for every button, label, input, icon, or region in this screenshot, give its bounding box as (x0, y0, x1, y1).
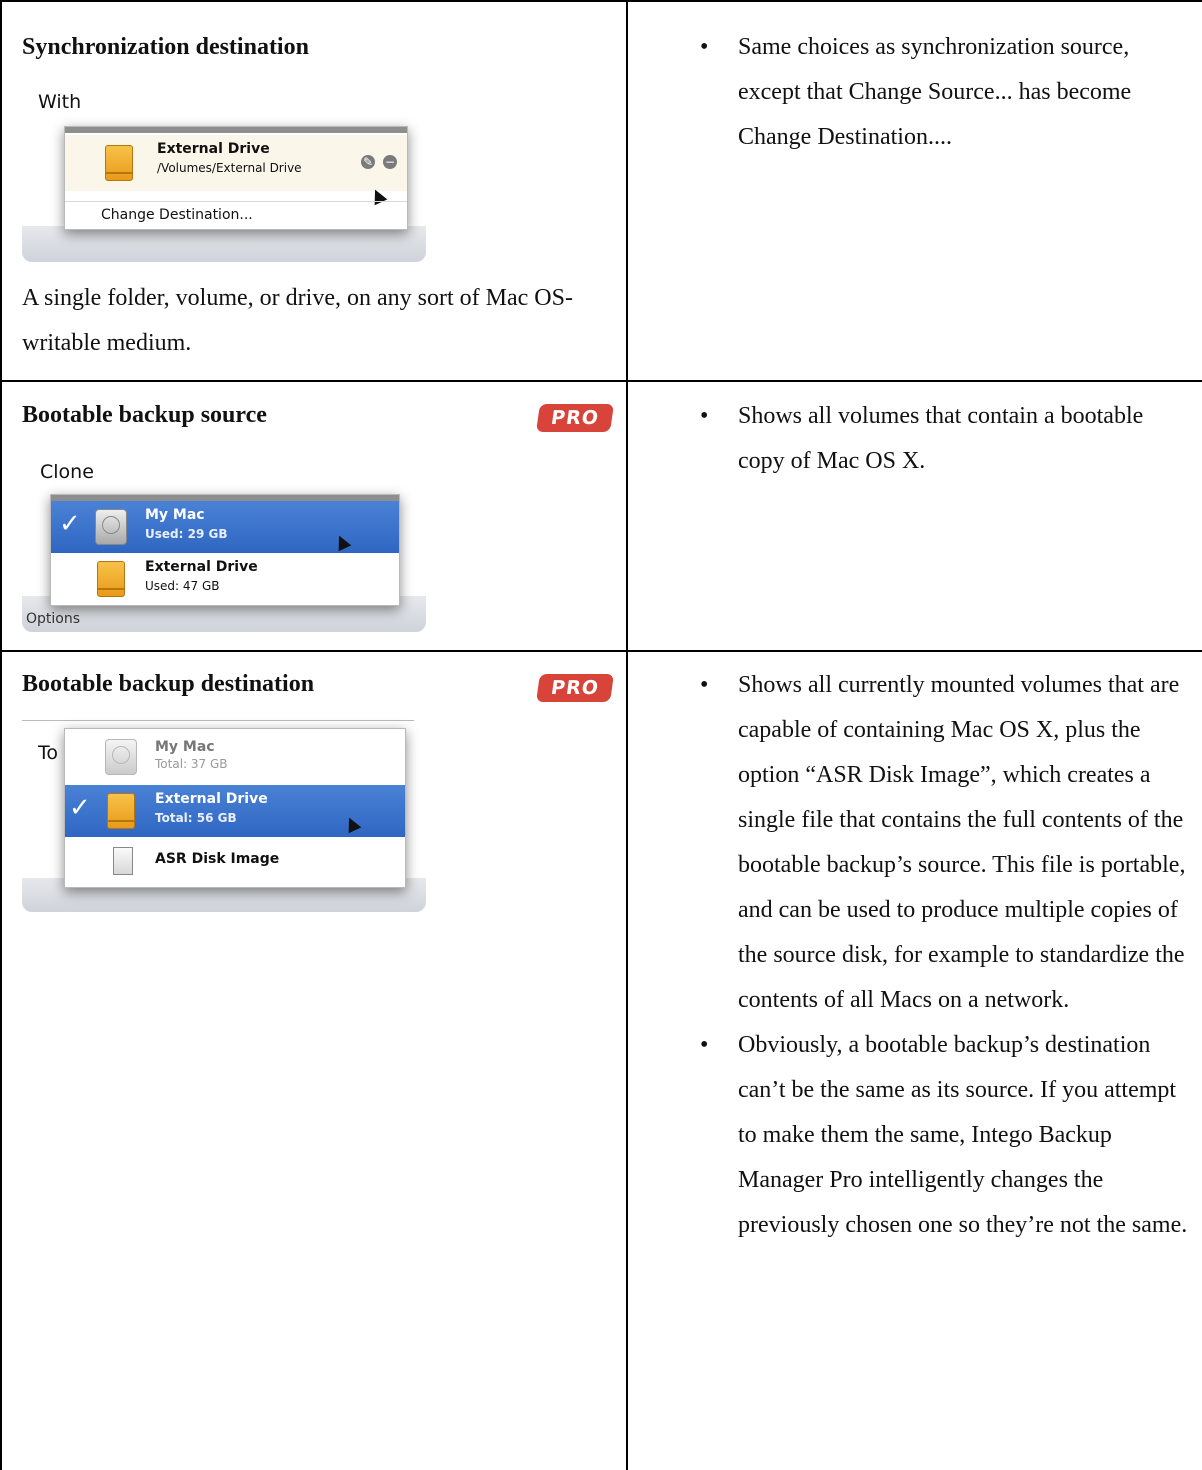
item-capacity: Total: 56 GB (155, 811, 237, 825)
bullet-list: • Same choices as synchronization source,… (700, 25, 1178, 160)
clone-source-popup-screenshot: Clone Options ✓ My Mac Used: 29 GB Exter… (22, 456, 432, 636)
item-usage: Used: 29 GB (145, 527, 228, 541)
table-column-divider (626, 0, 628, 1470)
change-destination-menu-item[interactable]: Change Destination... (101, 207, 253, 223)
table-border-left (0, 0, 2, 1470)
item-name: My Mac (145, 507, 205, 523)
row-description: A single folder, volume, or drive, on an… (22, 285, 573, 356)
item-name: My Mac (155, 739, 215, 755)
item-path: /Volumes/External Drive (157, 161, 302, 175)
remove-icon[interactable]: − (383, 155, 397, 169)
with-label: With (38, 91, 82, 113)
to-label: To (38, 742, 59, 764)
clone-label: Clone (40, 461, 94, 483)
bullet-item: • Obviously, a bootable backup’s destinat… (700, 1023, 1193, 1248)
cursor-arrow-icon (332, 532, 352, 552)
bullet-list: • Shows all volumes that contain a bootab… (700, 394, 1178, 484)
item-usage: Used: 47 GB (145, 579, 220, 593)
external-drive-icon (105, 145, 133, 181)
pro-badge: PRO (536, 404, 614, 432)
bullet-text: Same choices as synchronization source, … (738, 34, 1132, 150)
bullet-item: • Same choices as synchronization source,… (700, 25, 1178, 160)
destination-popup-menu: My Mac Total: 37 GB ✓ External Drive Tot… (64, 728, 406, 888)
bullet-glyph: • (700, 1032, 709, 1058)
menu-separator (65, 201, 407, 202)
hard-disk-icon (95, 509, 127, 545)
bullet-glyph: • (700, 403, 709, 429)
row-title: Synchronization destination (22, 34, 309, 60)
table-row-divider (0, 380, 1202, 382)
bullet-text: Shows all volumes that contain a bootabl… (738, 403, 1144, 474)
pro-badge: PRO (536, 674, 614, 702)
list-item[interactable]: ASR Disk Image (65, 839, 405, 885)
row-title: Bootable backup source (22, 402, 267, 428)
table-border-top (0, 0, 1202, 2)
bullet-glyph: • (700, 34, 709, 60)
table-row-divider (0, 650, 1202, 652)
bullet-text: Shows all currently mounted volumes that… (738, 672, 1186, 1013)
list-item: My Mac Total: 37 GB (65, 733, 405, 781)
row-title: Bootable backup destination (22, 671, 315, 697)
external-drive-icon (97, 561, 125, 597)
popup-tray (22, 226, 426, 262)
item-name: External Drive (145, 559, 258, 575)
edit-icon[interactable]: ✎ (361, 155, 375, 169)
bullet-glyph: • (700, 672, 709, 698)
options-label: Options (26, 611, 81, 627)
bullet-list: • Shows all currently mounted volumes tha… (700, 663, 1193, 1248)
source-popup-menu: ✓ My Mac Used: 29 GB External Drive Used… (50, 494, 400, 606)
item-name: External Drive (155, 791, 268, 807)
bullet-text: Obviously, a bootable backup’s destinati… (738, 1032, 1188, 1238)
bootable-destination-popup-screenshot: To My Mac Total: 37 GB ✓ External Drive … (22, 720, 432, 920)
cursor-arrow-icon (342, 814, 362, 834)
bullet-item: • Shows all volumes that contain a bootab… (700, 394, 1178, 484)
item-name: External Drive (157, 141, 270, 157)
list-item[interactable]: External Drive Used: 47 GB (51, 555, 399, 603)
list-item[interactable]: ✓ My Mac Used: 29 GB (51, 501, 399, 553)
destination-popup-menu: External Drive /Volumes/External Drive ✎… (64, 126, 408, 230)
item-capacity: Total: 37 GB (155, 757, 228, 771)
list-item[interactable]: ✓ External Drive Total: 56 GB (65, 785, 405, 837)
checkmark-icon: ✓ (69, 793, 91, 823)
section-separator (22, 720, 414, 721)
disk-image-icon (113, 847, 133, 875)
sync-destination-popup-screenshot: With External Drive /Volumes/External Dr… (22, 86, 432, 266)
item-name: ASR Disk Image (155, 851, 280, 867)
checkmark-icon: ✓ (59, 509, 81, 539)
hard-disk-icon (105, 739, 137, 775)
external-drive-icon (107, 793, 135, 829)
popup-top-bar (65, 127, 407, 133)
bullet-item: • Shows all currently mounted volumes tha… (700, 663, 1193, 1023)
list-item[interactable]: External Drive /Volumes/External Drive ✎… (65, 135, 407, 191)
document-table: Synchronization destination With Externa… (0, 0, 1202, 1470)
